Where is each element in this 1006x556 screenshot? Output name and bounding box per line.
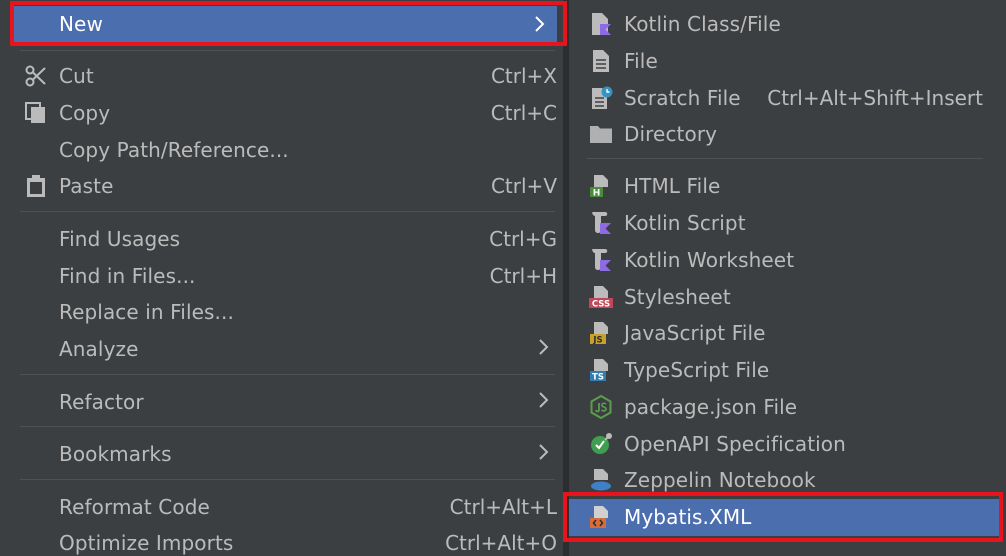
menu-item-label: Refactor	[59, 390, 144, 414]
submenu-item-label: OpenAPI Specification	[624, 432, 846, 456]
scratch-file-icon	[592, 86, 613, 109]
menu-item-replace-in-files[interactable]: Replace in Files...	[14, 294, 557, 331]
submenu-item-label: File	[624, 49, 658, 73]
submenu-item-label: TypeScript File	[624, 358, 770, 382]
submenu-item-zeppelin-notebook[interactable]: Zeppelin Notebook	[569, 462, 1001, 499]
submenu-item-label: JavaScript File	[624, 321, 766, 345]
submenu-item-label: package.json File	[624, 395, 798, 419]
menu-item-copy-path[interactable]: Copy Path/Reference...	[14, 132, 557, 169]
menu-item-cut[interactable]: Cut Ctrl+X	[14, 58, 557, 95]
chevron-right-icon	[539, 444, 549, 460]
menu-item-label: Copy Path/Reference...	[59, 138, 289, 162]
submenu-item-label: Mybatis.XML	[624, 505, 752, 529]
chevron-right-icon	[539, 392, 549, 408]
separator	[20, 211, 555, 212]
nodejs-icon	[590, 395, 612, 419]
menu-item-label: New	[59, 12, 103, 36]
submenu-item-javascript-file[interactable]: JS JavaScript File	[569, 315, 1001, 352]
menu-item-label: Find Usages	[59, 227, 181, 251]
kotlin-worksheet-icon	[592, 249, 611, 271]
submenu-item-label: Zeppelin Notebook	[624, 468, 816, 492]
submenu-item-typescript-file[interactable]: TS TypeScript File	[569, 352, 1001, 389]
openapi-icon	[591, 433, 612, 454]
submenu-item-mybatis-xml[interactable]: Mybatis.XML	[569, 499, 1001, 536]
submenu-item-label: Kotlin Worksheet	[624, 248, 795, 272]
menu-item-shortcut: Ctrl+G	[489, 227, 557, 251]
submenu-item-kotlin-script[interactable]: Kotlin Script	[569, 205, 1001, 242]
separator	[587, 158, 983, 159]
menu-item-bookmarks[interactable]: Bookmarks	[14, 436, 557, 473]
scissors-icon	[25, 65, 46, 87]
submenu-item-label: Scratch File	[624, 86, 741, 110]
separator	[20, 426, 555, 427]
submenu-item-shortcut: Ctrl+Alt+Shift+Insert	[767, 86, 983, 110]
submenu-item-html-file[interactable]: H HTML File	[569, 168, 1001, 205]
ts-file-icon: TS	[590, 359, 608, 383]
svg-text:H: H	[593, 189, 601, 199]
menu-item-shortcut: Ctrl+Alt+O	[445, 531, 557, 555]
html-file-icon: H	[590, 175, 608, 199]
zeppelin-icon	[591, 469, 611, 491]
separator	[20, 374, 555, 375]
menu-item-shortcut: Ctrl+C	[490, 101, 557, 125]
submenu-item-directory[interactable]: Directory	[569, 116, 1001, 153]
file-icon	[593, 50, 609, 72]
xml-file-icon	[590, 506, 608, 528]
submenu-item-openapi[interactable]: OpenAPI Specification	[569, 426, 1001, 463]
kotlin-script-icon	[592, 212, 611, 234]
kotlin-file-icon	[592, 13, 611, 35]
new-submenu: Kotlin Class/File File Scratch File Ctrl…	[568, 0, 1006, 556]
menu-item-label: Find in Files...	[59, 264, 196, 288]
menu-item-label: Paste	[59, 174, 114, 198]
clipboard-icon	[27, 175, 45, 197]
submenu-item-label: Directory	[624, 122, 718, 146]
menu-item-refactor[interactable]: Refactor	[14, 384, 557, 421]
menu-item-shortcut: Ctrl+H	[489, 264, 557, 288]
submenu-item-kotlin-class-file[interactable]: Kotlin Class/File	[569, 6, 1001, 43]
svg-text:TS: TS	[592, 373, 604, 383]
menu-item-label: Cut	[59, 64, 94, 88]
menu-item-shortcut: Ctrl+Alt+L	[449, 495, 557, 519]
submenu-item-label: Stylesheet	[624, 285, 731, 309]
separator	[20, 479, 555, 480]
submenu-item-label: HTML File	[624, 174, 721, 198]
submenu-item-stylesheet[interactable]: CSS Stylesheet	[569, 279, 1001, 316]
menu-item-label: Bookmarks	[59, 442, 172, 466]
menu-item-new[interactable]: New	[14, 6, 557, 43]
submenu-item-package-json[interactable]: package.json File	[569, 389, 1001, 426]
menu-item-copy[interactable]: Copy Ctrl+C	[14, 95, 557, 132]
submenu-item-label: Kotlin Class/File	[624, 12, 781, 36]
menu-item-find-usages[interactable]: Find Usages Ctrl+G	[14, 221, 557, 258]
menu-item-optimize-imports[interactable]: Optimize Imports Ctrl+Alt+O	[14, 525, 557, 556]
submenu-item-file[interactable]: File	[569, 43, 1001, 80]
context-menu: New Cut Ctrl+X Copy Ctrl+C Copy Path/Ref…	[0, 0, 563, 556]
menu-item-shortcut: Ctrl+X	[490, 64, 557, 88]
menu-item-label: Optimize Imports	[59, 531, 234, 555]
submenu-item-kotlin-worksheet[interactable]: Kotlin Worksheet	[569, 242, 1001, 279]
submenu-item-label: Kotlin Script	[624, 211, 746, 235]
folder-icon	[590, 126, 612, 143]
svg-text:CSS: CSS	[592, 300, 610, 310]
menu-item-reformat-code[interactable]: Reformat Code Ctrl+Alt+L	[14, 489, 557, 526]
menu-item-label: Reformat Code	[59, 495, 210, 519]
svg-text:JS: JS	[592, 336, 602, 346]
js-file-icon: JS	[590, 322, 608, 346]
separator	[20, 50, 555, 51]
menu-item-analyze[interactable]: Analyze	[14, 331, 557, 368]
menu-item-paste[interactable]: Paste Ctrl+V	[14, 168, 557, 205]
chevron-right-icon	[535, 16, 545, 32]
menu-item-shortcut: Ctrl+V	[490, 174, 557, 198]
menu-item-label: Replace in Files...	[59, 300, 234, 324]
menu-item-label: Copy	[59, 101, 111, 125]
copy-icon	[25, 102, 45, 123]
submenu-item-scratch-file[interactable]: Scratch File Ctrl+Alt+Shift+Insert	[569, 80, 1001, 117]
chevron-right-icon	[539, 339, 549, 355]
menu-item-find-in-files[interactable]: Find in Files... Ctrl+H	[14, 258, 557, 295]
menu-item-label: Analyze	[59, 337, 139, 361]
css-file-icon: CSS	[589, 286, 613, 310]
